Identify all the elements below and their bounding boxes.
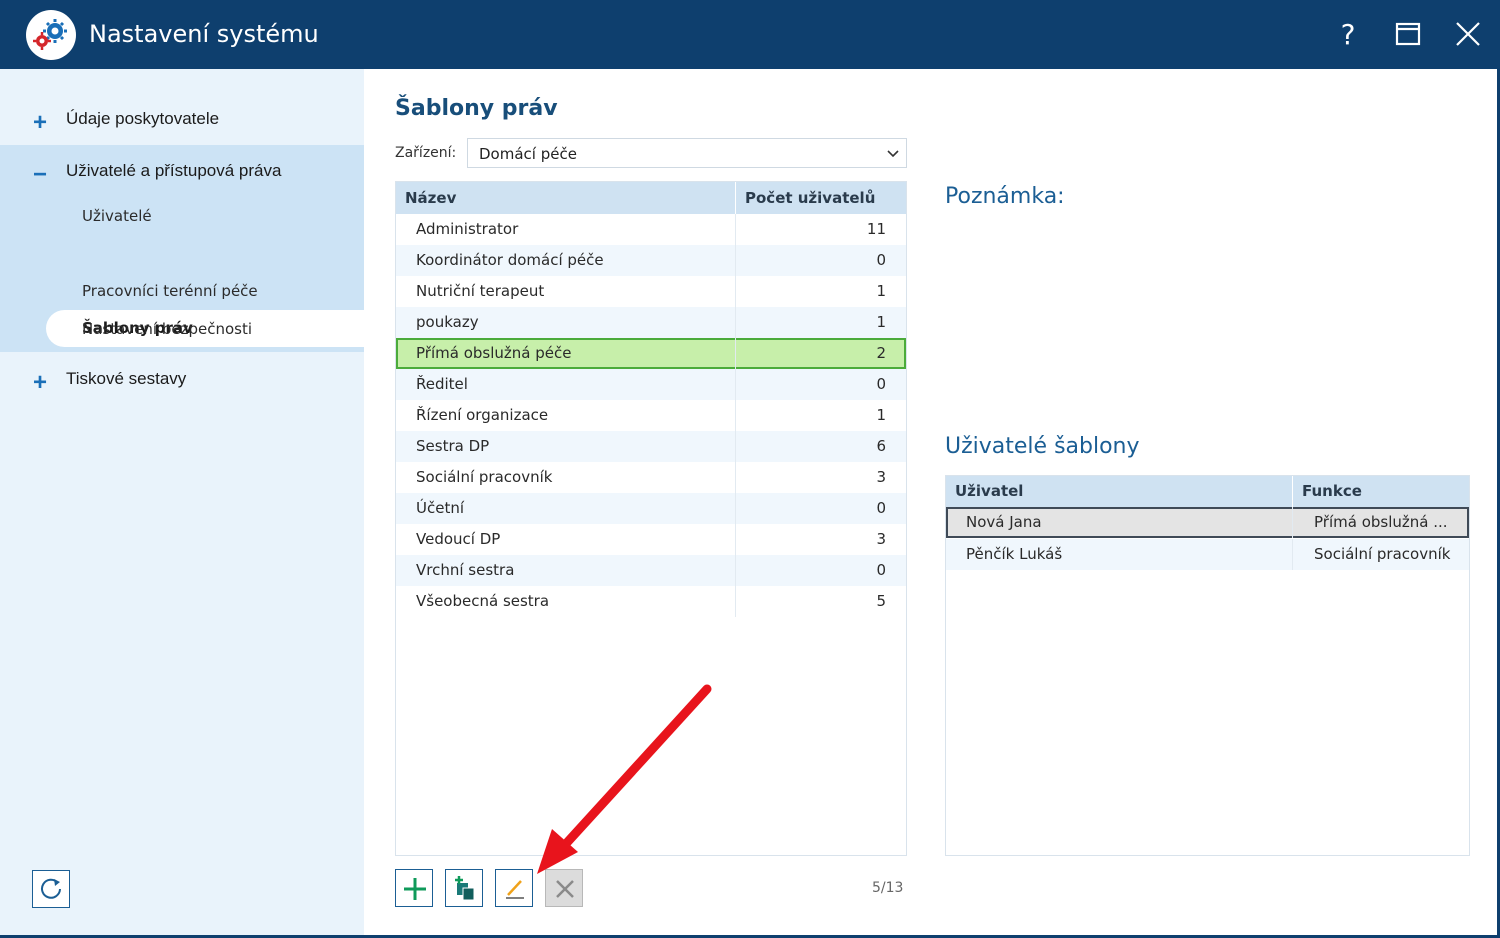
- row-user: Nová Jana: [966, 513, 1042, 531]
- row-count: 0: [876, 375, 886, 393]
- expand-icon: +: [32, 109, 47, 136]
- maximize-icon: [1395, 22, 1421, 46]
- row-name: poukazy: [416, 313, 479, 331]
- close-button[interactable]: [1448, 14, 1488, 54]
- column-header-function[interactable]: Funkce: [1302, 482, 1362, 500]
- row-name: Účetní: [416, 499, 465, 517]
- row-count: 11: [866, 220, 886, 238]
- title-bar: Nastavení systému ?: [0, 0, 1500, 69]
- sidebar-group-print-reports[interactable]: + Tiskové sestavy: [0, 365, 364, 396]
- row-name: Vrchní sestra: [416, 561, 515, 579]
- row-count: 0: [876, 251, 886, 269]
- copy-template-button[interactable]: [445, 869, 483, 907]
- table-row[interactable]: Všeobecná sestra 5: [396, 586, 906, 617]
- chevron-down-icon: [887, 150, 899, 158]
- edit-template-button[interactable]: [495, 869, 533, 907]
- table-row[interactable]: poukazy 1: [396, 307, 906, 338]
- table-row[interactable]: Vrchní sestra 0: [396, 555, 906, 586]
- row-name: Vedoucí DP: [416, 530, 501, 548]
- plus-icon: [404, 878, 426, 900]
- row-name: Přímá obslužná péče: [416, 344, 572, 362]
- template-users-title: Uživatelé šablony: [945, 434, 1140, 459]
- table-row[interactable]: Koordinátor domácí péče 0: [396, 245, 906, 276]
- refresh-button[interactable]: [32, 870, 70, 908]
- row-count: 0: [876, 499, 886, 517]
- row-count: 1: [876, 406, 886, 424]
- row-count: 1: [876, 313, 886, 331]
- window-title: Nastavení systému: [89, 20, 319, 48]
- sidebar-group-label: Uživatelé a přístupová práva: [66, 161, 282, 180]
- sidebar-item-field-workers[interactable]: Pracovníci terénní péče: [82, 282, 258, 300]
- row-count: 2: [876, 344, 886, 362]
- row-name: Koordinátor domácí péče: [416, 251, 604, 269]
- table-row[interactable]: Pěnčík Lukáš Sociální pracovník: [946, 539, 1469, 570]
- template-users-table: Uživatel Funkce Nová Jana Přímá obslužná…: [945, 475, 1470, 856]
- row-count: 3: [876, 468, 886, 486]
- page-title: Šablony práv: [395, 96, 558, 121]
- row-name: Ředitel: [416, 375, 468, 393]
- table-row[interactable]: Sestra DP 6: [396, 431, 906, 462]
- sidebar-group-label: Tiskové sestavy: [66, 369, 187, 388]
- column-header-user-count[interactable]: Počet uživatelů: [745, 189, 875, 207]
- table-header: Název Počet uživatelů: [396, 182, 906, 214]
- row-count: 0: [876, 561, 886, 579]
- close-icon: [1456, 22, 1480, 46]
- help-button[interactable]: ?: [1328, 14, 1368, 54]
- maximize-button[interactable]: [1388, 14, 1428, 54]
- table-row[interactable]: Vedoucí DP 3: [396, 524, 906, 555]
- row-count: 5: [876, 592, 886, 610]
- table-header: Uživatel Funkce: [946, 476, 1469, 507]
- record-counter: 5/13: [872, 880, 904, 896]
- row-count: 6: [876, 437, 886, 455]
- expand-icon: +: [32, 369, 47, 396]
- row-function: Sociální pracovník: [1314, 545, 1451, 563]
- column-header-name[interactable]: Název: [405, 189, 456, 207]
- add-template-button[interactable]: [395, 869, 433, 907]
- sidebar-group-label: Údaje poskytovatele: [66, 109, 220, 128]
- settings-gears-icon: [26, 10, 76, 60]
- sidebar-item-security-settings[interactable]: Nastavení bezpečnosti: [82, 320, 252, 338]
- sidebar-group-users-rights[interactable]: − Uživatelé a přístupová práva: [0, 157, 364, 188]
- table-row[interactable]: Administrator 11: [396, 214, 906, 245]
- table-row-selected[interactable]: Přímá obslužná péče 2: [396, 338, 906, 369]
- templates-table: Název Počet uživatelů Administrator 11 K…: [395, 181, 907, 856]
- sidebar-item-users[interactable]: Uživatelé: [82, 207, 152, 225]
- table-row[interactable]: Účetní 0: [396, 493, 906, 524]
- column-header-user[interactable]: Uživatel: [955, 482, 1023, 500]
- sidebar: + Údaje poskytovatele Uživatelé Šablony …: [0, 69, 364, 935]
- table-row[interactable]: Sociální pracovník 3: [396, 462, 906, 493]
- device-select[interactable]: Domácí péče: [467, 138, 907, 168]
- row-user: Pěnčík Lukáš: [966, 545, 1063, 563]
- device-label: Zařízení:: [395, 145, 457, 161]
- table-row[interactable]: Řízení organizace 1: [396, 400, 906, 431]
- row-function: Přímá obslužná ...: [1314, 513, 1448, 531]
- table-row-selected[interactable]: Nová Jana Přímá obslužná ...: [946, 507, 1469, 538]
- device-select-value: Domácí péče: [479, 145, 577, 163]
- pencil-icon: [506, 880, 524, 899]
- row-name: Řízení organizace: [416, 406, 549, 424]
- table-row[interactable]: Ředitel 0: [396, 369, 906, 400]
- delete-icon: [556, 880, 574, 898]
- row-count: 1: [876, 282, 886, 300]
- row-count: 3: [876, 530, 886, 548]
- delete-template-button[interactable]: [545, 869, 583, 907]
- row-name: Sestra DP: [416, 437, 490, 455]
- row-name: Sociální pracovník: [416, 468, 553, 486]
- copy-add-icon: [455, 876, 475, 901]
- row-name: Nutriční terapeut: [416, 282, 545, 300]
- refresh-icon: [41, 878, 61, 899]
- table-row[interactable]: Nutriční terapeut 1: [396, 276, 906, 307]
- sidebar-group-provider[interactable]: + Údaje poskytovatele: [0, 105, 364, 136]
- row-name: Všeobecná sestra: [416, 592, 550, 610]
- note-label: Poznámka:: [945, 184, 1065, 209]
- row-name: Administrator: [416, 220, 519, 238]
- collapse-icon: −: [32, 161, 47, 188]
